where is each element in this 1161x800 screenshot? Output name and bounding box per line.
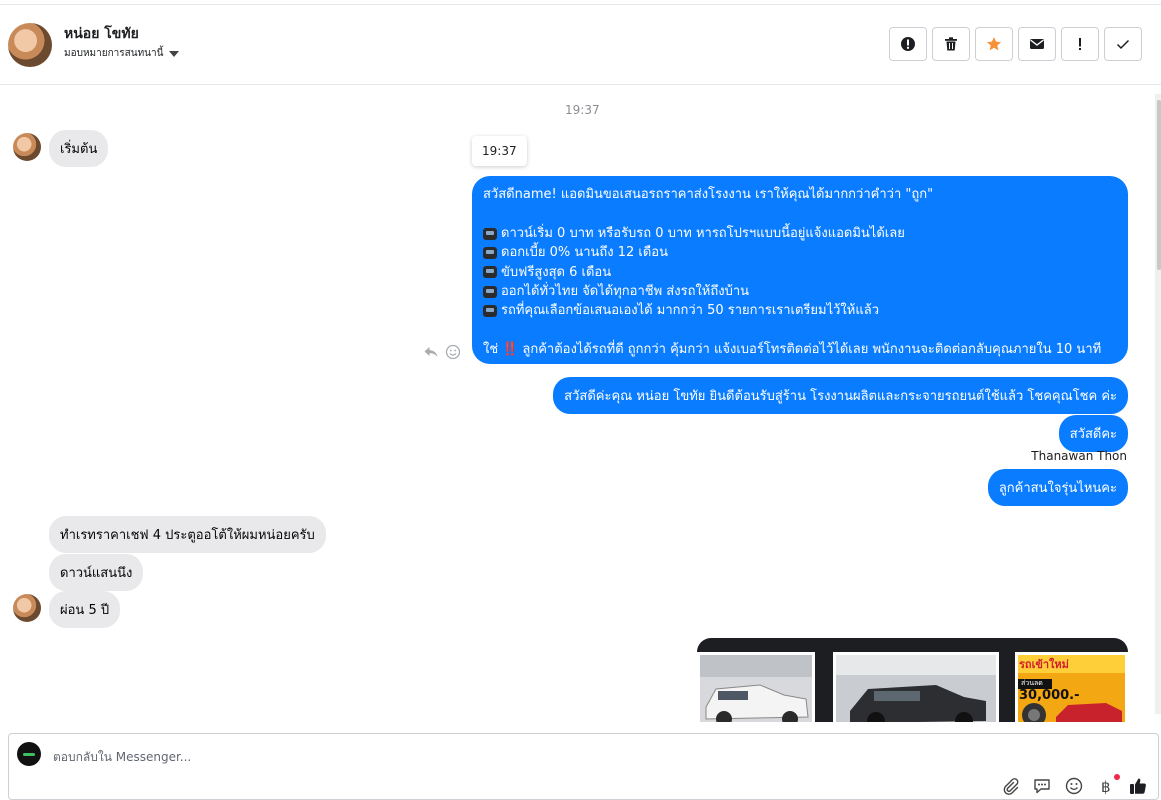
- incoming-message[interactable]: ดาวน์แสนนึง: [49, 554, 144, 591]
- incoming-message[interactable]: เริ่มต้น: [49, 130, 109, 167]
- promo-title: รถเข้าใหม่: [1019, 658, 1069, 671]
- car-photo: [836, 655, 996, 722]
- thread-scroll-thumb[interactable]: [1157, 100, 1161, 270]
- reply-icon[interactable]: [423, 344, 439, 360]
- reply-input[interactable]: ตอบกลับใน Messenger...: [53, 748, 191, 767]
- saved-reply-icon[interactable]: [1032, 776, 1052, 796]
- time-tooltip: 19:37: [472, 136, 527, 166]
- emoji-react-icon[interactable]: [445, 344, 461, 360]
- envelope-icon: [1030, 39, 1044, 49]
- offer-closing: ใช่ ‼️ ลูกค้าต้องได้รถที่ดี ถูกกว่า คุ้ม…: [483, 340, 1117, 359]
- offer-item: ดาวน์เริ่ม 0 บาท หรือรับรถ 0 บาท หารถโปร…: [483, 224, 1117, 243]
- carousel-card[interactable]: [697, 652, 815, 722]
- follow-up-button[interactable]: [1061, 27, 1099, 61]
- trash-icon: [945, 37, 957, 51]
- like-icon[interactable]: [1128, 776, 1148, 796]
- alert-circle-icon: [901, 37, 915, 51]
- mark-done-button[interactable]: [1104, 27, 1142, 61]
- spam-button[interactable]: [889, 27, 927, 61]
- outgoing-message[interactable]: ลูกค้าสนใจรุ่นไหนคะ: [987, 469, 1128, 506]
- star-button[interactable]: [975, 27, 1013, 61]
- mark-unread-button[interactable]: [1018, 27, 1056, 61]
- car-photo: [700, 655, 812, 722]
- assign-label: มอบหมายการสนทนานี้: [64, 48, 164, 59]
- outgoing-offer-message[interactable]: สวัสดีname! แอดมินขอเสนอรถราคาส่งโรงงาน …: [472, 176, 1128, 364]
- offer-item: ขับฟรีสูงสุด 6 เดือน: [483, 263, 1117, 282]
- delete-button[interactable]: [932, 27, 970, 61]
- message-thread[interactable]: 19:37 เริ่มต้น 19:37 สวัสดีname! แอดมินข…: [0, 86, 1161, 722]
- contact-avatar-small: [13, 133, 41, 161]
- incoming-message[interactable]: ผ่อน 5 ปี: [49, 591, 121, 628]
- message-actions: [423, 344, 461, 360]
- contact-avatar-small: [13, 594, 41, 622]
- contact-avatar[interactable]: [8, 23, 52, 67]
- exclamation-icon: [1079, 38, 1081, 50]
- car-icon: [483, 285, 497, 298]
- sender-name: Thanawan Thon: [1031, 449, 1127, 463]
- carousel-card[interactable]: [833, 652, 999, 722]
- outgoing-message[interactable]: สวัสดีค่ะคุณ หน่อย โขทัย ยินดีต้อนรับสู่…: [553, 377, 1128, 414]
- message-composer[interactable]: ตอบกลับใน Messenger... ฿: [8, 733, 1159, 800]
- conversation-toolbar: [889, 27, 1142, 61]
- car-icon: [483, 305, 497, 318]
- composer-actions: ฿: [1000, 776, 1148, 796]
- paperclip-icon[interactable]: [1000, 776, 1020, 796]
- offer-item: ดอกเบี้ย 0% นานถึง 12 เดือน: [483, 243, 1117, 262]
- incoming-message[interactable]: ทำเรทราคาเชฟ 4 ประตูออโต้ให้ผมหน่อยครับ: [49, 516, 326, 553]
- offer-item: รถที่คุณเลือกข้อเสนอเองได้ มากกว่า 50 รา…: [483, 301, 1117, 320]
- car-icon: [483, 266, 497, 279]
- car-icon: [483, 246, 497, 259]
- outgoing-message[interactable]: สวัสดีคะ: [1058, 415, 1128, 452]
- check-icon: [1116, 39, 1130, 50]
- promo-amount: 30,000.-: [1019, 688, 1080, 703]
- emoji-icon[interactable]: [1064, 776, 1084, 796]
- car-icon: [483, 227, 497, 240]
- conversation-header: หน่อย โขทัย มอบหมายการสนทนานี้: [0, 5, 1161, 85]
- page-avatar: [17, 742, 41, 766]
- double-exclamation-icon: ‼️: [502, 342, 519, 358]
- thread-timestamp: 19:37: [565, 103, 600, 117]
- baht-icon[interactable]: ฿: [1096, 776, 1116, 796]
- assign-conversation-dropdown[interactable]: มอบหมายการสนทนานี้: [64, 46, 180, 61]
- star-icon: [986, 37, 1002, 51]
- offer-greeting: สวัสดีname! แอดมินขอเสนอรถราคาส่งโรงงาน …: [483, 187, 934, 202]
- contact-name[interactable]: หน่อย โขทัย: [64, 23, 139, 45]
- caret-down-icon: [169, 50, 180, 57]
- car-carousel[interactable]: รถเข้าใหม่ ส่วนลด 30,000.-: [697, 638, 1128, 722]
- svg-text:฿: ฿: [1101, 778, 1111, 796]
- carousel-card-promo[interactable]: รถเข้าใหม่ ส่วนลด 30,000.-: [1015, 652, 1128, 722]
- offer-item: ออกได้ทั่วไทย จัดได้ทุกอาชีพ ส่งรถให้ถึง…: [483, 282, 1117, 301]
